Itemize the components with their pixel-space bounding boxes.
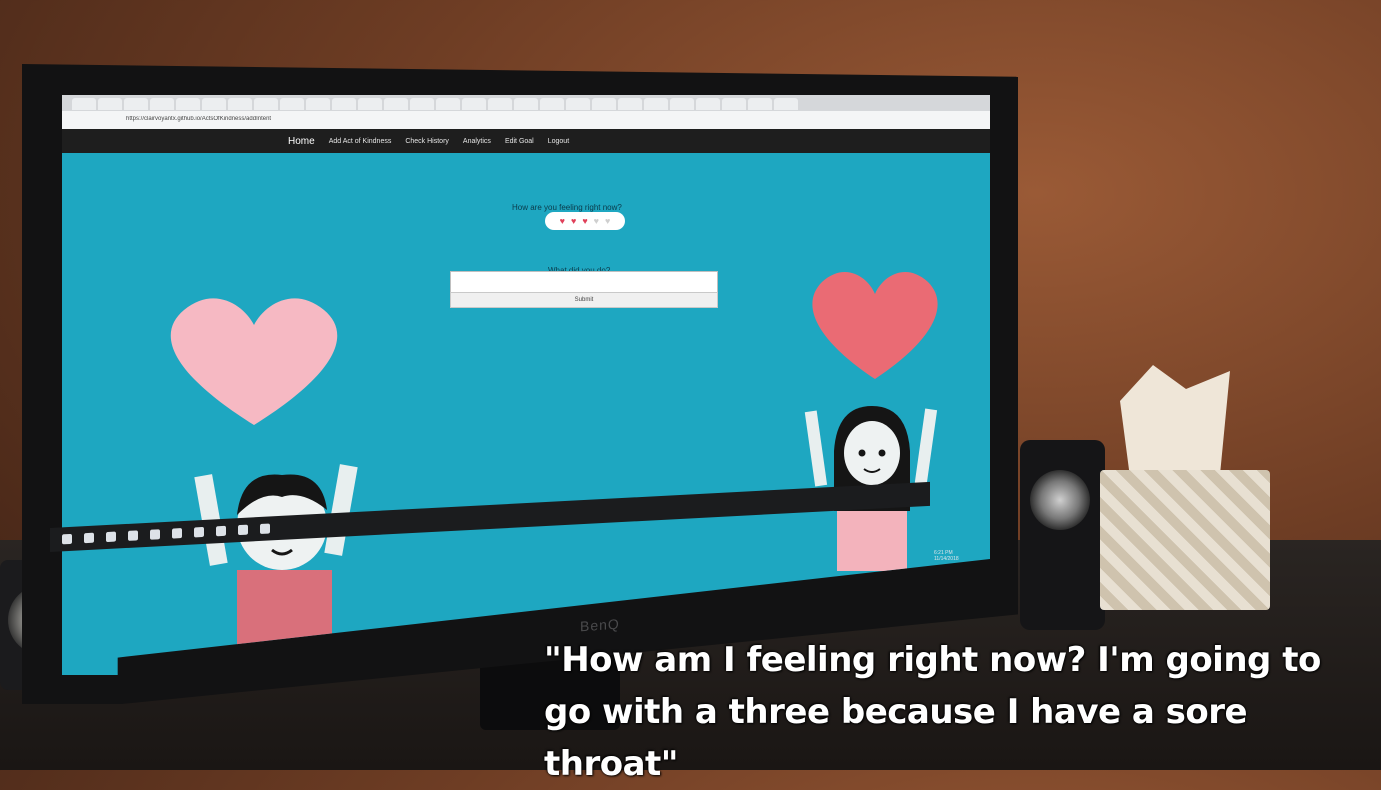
browser-tab[interactable] <box>592 98 616 110</box>
nav-logout[interactable]: Logout <box>548 138 569 145</box>
browser-tab[interactable] <box>436 98 460 110</box>
browser-tab[interactable] <box>176 98 200 110</box>
mood-rating[interactable]: ♥ ♥ ♥ ♥ ♥ <box>545 212 625 230</box>
mail-icon[interactable] <box>150 529 160 540</box>
browser-tab[interactable] <box>774 98 798 110</box>
browser-tab[interactable] <box>150 98 174 110</box>
browser-tab[interactable] <box>722 98 746 110</box>
mood-heart-icon[interactable]: ♥ <box>605 216 610 226</box>
heart-illustration-left <box>170 298 338 425</box>
browser-tab[interactable] <box>384 98 408 110</box>
browser-tab[interactable] <box>124 98 148 110</box>
browser-tab[interactable] <box>618 98 642 110</box>
right-speaker <box>1020 440 1105 630</box>
task-view-icon[interactable] <box>106 531 116 543</box>
submit-button[interactable]: Submit <box>450 292 718 308</box>
mood-heart-icon[interactable]: ♥ <box>594 216 599 226</box>
browser-tab[interactable] <box>488 98 512 110</box>
speaker-cone <box>1030 470 1090 530</box>
browser-tab[interactable] <box>462 98 486 110</box>
search-icon[interactable] <box>84 532 94 544</box>
url-text[interactable]: https://clairvoyantx.github.io/ActsOfKin… <box>126 116 926 124</box>
app-icon[interactable] <box>194 526 204 538</box>
browser-tab[interactable] <box>228 98 252 110</box>
action-input[interactable] <box>450 271 718 293</box>
browser-tab[interactable] <box>540 98 564 110</box>
mood-heart-icon[interactable]: ♥ <box>560 216 565 226</box>
browser-tab[interactable] <box>358 98 382 110</box>
browser-tab[interactable] <box>514 98 538 110</box>
windows-start-icon[interactable] <box>62 533 72 545</box>
nav-add-act[interactable]: Add Act of Kindness <box>329 138 392 145</box>
video-caption: "How am I feeling right now? I'm going t… <box>544 640 1321 784</box>
site-nav: Home Add Act of Kindness Check History A… <box>62 129 990 153</box>
tissue <box>1120 365 1230 485</box>
monitor-brand: BenQ <box>580 615 620 635</box>
mood-heart-icon[interactable]: ♥ <box>571 216 576 226</box>
nav-edit-goal[interactable]: Edit Goal <box>505 138 534 145</box>
mood-heart-icon[interactable]: ♥ <box>582 216 587 226</box>
browser-tab[interactable] <box>696 98 720 110</box>
browser-tab[interactable] <box>332 98 356 110</box>
nav-home[interactable]: Home <box>288 136 315 147</box>
browser-tab[interactable] <box>202 98 226 110</box>
edge-browser-icon[interactable] <box>128 530 138 541</box>
browser-tab[interactable] <box>670 98 694 110</box>
browser-tab[interactable] <box>748 98 772 110</box>
browser-tab[interactable] <box>72 98 96 110</box>
nav-check-history[interactable]: Check History <box>405 138 449 145</box>
tissue-box <box>1100 470 1270 610</box>
nav-analytics[interactable]: Analytics <box>463 138 491 145</box>
browser-tab[interactable] <box>280 98 304 110</box>
clock-date: 11/14/2018 <box>934 556 959 562</box>
app-icon[interactable] <box>238 524 248 536</box>
browser-tab[interactable] <box>410 98 434 110</box>
app-icon[interactable] <box>260 523 270 534</box>
browser-tab[interactable] <box>254 98 278 110</box>
browser-tab[interactable] <box>98 98 122 110</box>
system-clock[interactable]: 6:21 PM 11/14/2018 <box>934 550 959 562</box>
mood-question: How are you feeling right now? <box>512 203 622 212</box>
browser-tab[interactable] <box>306 98 330 110</box>
browser-tab[interactable] <box>644 98 668 110</box>
chrome-icon[interactable] <box>216 525 226 537</box>
heart-illustration-right <box>812 271 938 379</box>
browser-tab[interactable] <box>566 98 590 110</box>
browser-tab-strip[interactable] <box>62 95 990 111</box>
address-bar[interactable]: https://clairvoyantx.github.io/ActsOfKin… <box>62 111 990 129</box>
store-icon[interactable] <box>172 528 182 539</box>
